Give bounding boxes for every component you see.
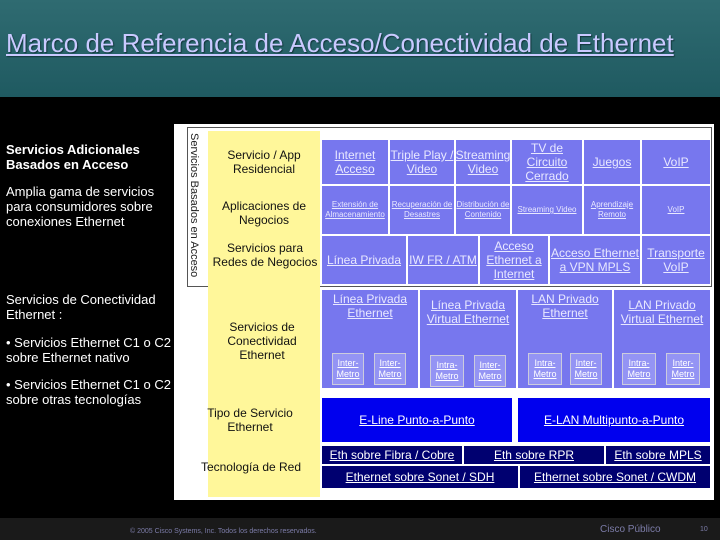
label-lan-privado: LAN Privado Ethernet	[531, 292, 599, 320]
tech-sonet-sdh: Ethernet sobre Sonet / SDH	[322, 466, 518, 488]
label-servicio-app: Servicio / App Residencial	[227, 148, 301, 176]
footer-page-number: 10	[700, 526, 708, 533]
label-conectividad: Servicios de Conectividad Ethernet	[227, 320, 297, 362]
label-linea-privada-ethernet: Línea Privada Ethernet	[332, 292, 408, 320]
layer-column	[208, 131, 320, 497]
cell-acceso-vpn-mpls: Acceso Ethernet a VPN MPLS	[550, 236, 640, 284]
cell-tv-circuito: TV de Circuito Cerrado	[512, 140, 582, 184]
e-lan-box: E-LAN Multipunto-a-Punto	[518, 398, 710, 442]
cell-aprendizaje-remoto: Aprendizaje Remoto	[584, 186, 640, 234]
tech-sonet-cwdm: Ethernet sobre Sonet / CWDM	[520, 466, 710, 488]
tech-fibra-cobre: Eth sobre Fibra / Cobre	[322, 446, 462, 464]
metro-box: Inter-Metro	[570, 353, 602, 385]
metro-box: Inter-Metro	[666, 353, 700, 385]
label-aplicaciones: Aplicaciones de Negocios	[221, 199, 307, 227]
bullet-native: • Servicios Ethernet C1 o C2 sobre Ether…	[6, 335, 171, 365]
cell-triple-play: Triple Play / Video	[390, 140, 454, 184]
amplia-gama-text: Amplia gama de servicios para consumidor…	[6, 184, 155, 229]
tech-rpr: Eth sobre RPR	[464, 446, 604, 464]
cell-voip-2: VoIP	[642, 186, 710, 234]
cell-transporte-voip: Transporte VoIP	[642, 236, 710, 284]
cell-distribucion-contenido: Distribución de Contenido	[456, 186, 510, 234]
label-lan-privado-virtual: LAN Privado Virtual Ethernet	[620, 298, 704, 326]
vertical-label: Servicios Basados en Acceso	[188, 133, 200, 278]
metro-box: Inter-Metro	[374, 353, 406, 385]
label-tipo-servicio: Tipo de Servicio Ethernet	[207, 406, 293, 434]
servicios-conectividad-heading: Servicios de Conectividad Ethernet :	[6, 292, 156, 322]
cell-acceso-internet: Acceso Ethernet a Internet	[480, 236, 548, 284]
cell-linea-privada: Línea Privada	[322, 236, 406, 284]
cell-juegos: Juegos	[584, 140, 640, 184]
page-title: Marco de Referencia de Acceso/Conectivid…	[6, 28, 674, 58]
metro-box: Intra-Metro	[528, 353, 562, 385]
cell-extension-almacenamiento: Extensión de Almacenamiento	[322, 186, 388, 234]
metro-box: Intra-Metro	[622, 353, 656, 385]
cell-streaming-video: Streaming Video	[456, 140, 510, 184]
cell-recuperacion-desastres: Recuperación de Desastres	[390, 186, 454, 234]
metro-box: Inter-Metro	[474, 355, 506, 387]
tech-mpls: Eth sobre MPLS	[606, 446, 710, 464]
label-servicios-redes: Servicios para Redes de Negocios	[212, 241, 318, 269]
cell-internet-acceso: Internet Acceso	[322, 140, 388, 184]
cell-iw-fr-atm: IW FR / ATM	[408, 236, 478, 284]
footer-copyright: © 2005 Cisco Systems, Inc. Todos los der…	[130, 528, 317, 535]
bullet-other-tech: • Servicios Ethernet C1 o C2 sobre otras…	[6, 377, 171, 407]
e-line-box: E-Line Punto-a-Punto	[322, 398, 512, 442]
cell-voip-1: VoIP	[642, 140, 710, 184]
footer-public: Cisco Público	[600, 524, 661, 535]
cell-streaming-video-2: Streaming Video	[512, 186, 582, 234]
label-tecnologia: Tecnología de Red	[200, 460, 302, 474]
metro-box: Inter-Metro	[332, 353, 364, 385]
label-linea-privada-virtual: Línea Privada Virtual Ethernet	[426, 298, 510, 326]
metro-box: Intra-Metro	[430, 355, 464, 387]
servicios-adicionales-heading: Servicios Adicionales Basados en Acceso	[6, 142, 140, 172]
